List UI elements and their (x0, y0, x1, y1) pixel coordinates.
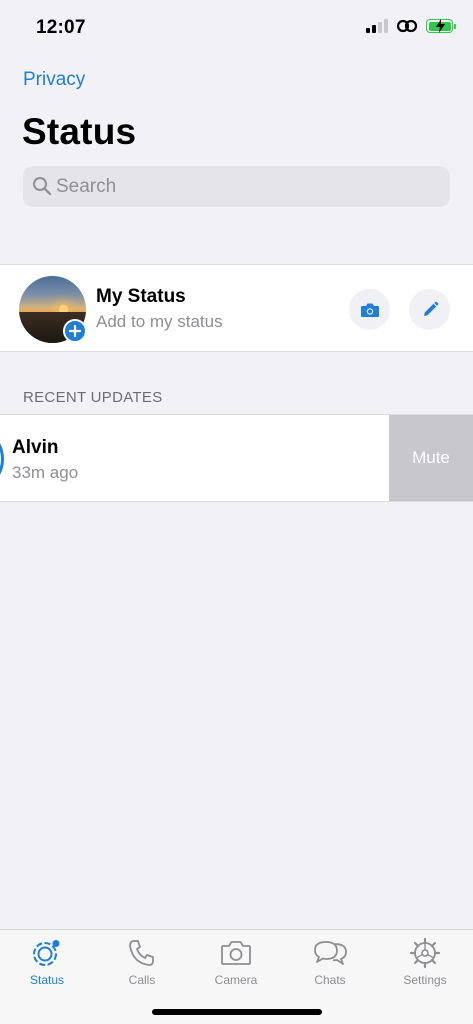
camera-icon (360, 303, 379, 317)
mute-button[interactable]: Mute (389, 415, 473, 501)
status-time: 12:07 (36, 17, 86, 38)
list-item[interactable]: Alvin 33m ago Mute (0, 414, 473, 502)
tab-settings[interactable]: Settings (385, 936, 465, 994)
status-ring (0, 426, 4, 492)
add-status-icon[interactable] (63, 319, 87, 343)
status-icons (366, 18, 456, 34)
tab-camera[interactable]: Camera (196, 936, 276, 994)
my-status-row[interactable]: My Status Add to my status (0, 264, 473, 352)
status-icon (33, 940, 60, 966)
edit-button[interactable] (409, 289, 450, 330)
camera-icon (221, 941, 251, 965)
page-title: Status (22, 111, 137, 152)
tab-status[interactable]: Status (7, 936, 87, 994)
tab-label: Camera (214, 973, 258, 987)
camera-button[interactable] (349, 289, 390, 330)
status-bar: 12:07 (0, 0, 473, 56)
my-status-title: My Status (96, 286, 186, 307)
pencil-icon (423, 301, 438, 316)
battery-charging-icon (426, 19, 456, 33)
tab-label: Calls (128, 973, 156, 987)
home-indicator[interactable] (152, 1009, 322, 1015)
contact-name: Alvin (12, 437, 59, 458)
phone-icon (129, 940, 154, 966)
tab-calls[interactable]: Calls (102, 936, 182, 994)
recent-updates-header: RECENT UPDATES (23, 389, 163, 406)
my-status-subtitle: Add to my status (96, 312, 223, 331)
search-input[interactable] (56, 166, 436, 207)
contact-time: 33m ago (12, 463, 79, 482)
tab-chats[interactable]: Chats (290, 936, 370, 994)
tab-label: Chats (314, 973, 346, 987)
cellular-signal-icon (366, 19, 388, 33)
search-icon (33, 177, 52, 196)
search-bar[interactable] (23, 166, 450, 207)
chat-bubbles-icon (314, 941, 347, 965)
gear-icon (409, 937, 441, 969)
tab-label: Status (29, 973, 65, 987)
privacy-link[interactable]: Privacy (23, 69, 85, 91)
link-icon (396, 19, 418, 33)
tab-label: Settings (403, 973, 447, 987)
